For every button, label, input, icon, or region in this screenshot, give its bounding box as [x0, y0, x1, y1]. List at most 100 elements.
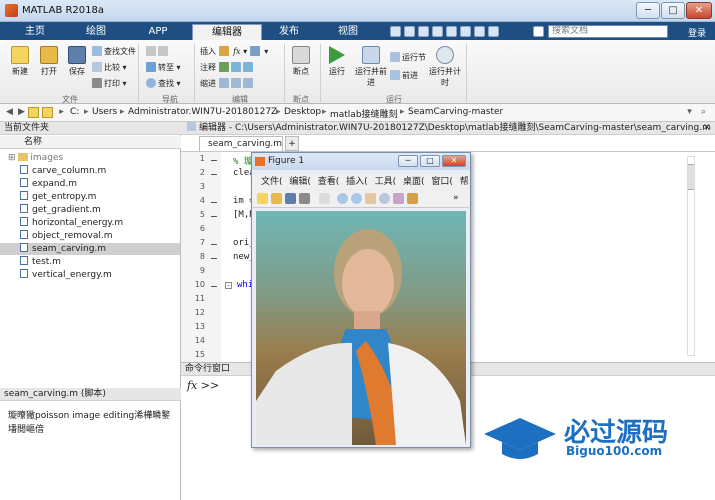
file-row[interactable]: horizontal_energy.m: [0, 217, 180, 229]
undo-quick-icon[interactable]: [446, 26, 457, 37]
help-dropdown-icon[interactable]: [488, 26, 499, 37]
chevron-down-icon[interactable]: ▾: [684, 107, 695, 118]
advance-button[interactable]: 前进: [390, 70, 418, 82]
file-row[interactable]: object_removal.m: [0, 230, 180, 242]
code-line[interactable]: % 璇: [233, 154, 253, 167]
menu-view[interactable]: 查看(: [318, 177, 340, 187]
open-file-icon[interactable]: [271, 193, 282, 204]
folder-row[interactable]: ⊞ images: [0, 152, 180, 164]
back-arrow-icon[interactable]: ◀: [4, 107, 15, 118]
close-button[interactable]: ✕: [686, 2, 712, 19]
figure-maximize-button[interactable]: □: [420, 155, 440, 167]
compare-button[interactable]: 比较 ▾: [92, 62, 127, 74]
file-row[interactable]: get_entropy.m: [0, 191, 180, 203]
save-quick-icon[interactable]: [390, 26, 401, 37]
find-files-button[interactable]: 查找文件: [92, 46, 136, 58]
menu-edit[interactable]: 编辑(: [289, 177, 311, 187]
menu-window[interactable]: 窗口(: [431, 177, 453, 187]
file-row[interactable]: expand.m: [0, 178, 180, 190]
data-cursor-icon[interactable]: [393, 193, 404, 204]
search-icon[interactable]: ⌕: [698, 107, 709, 118]
pointer-icon[interactable]: [319, 193, 330, 204]
breadcrumb-drive[interactable]: C:: [70, 107, 79, 117]
breadcrumb-users[interactable]: Users: [92, 107, 117, 117]
search-input[interactable]: 搜索文档: [548, 25, 668, 38]
up-folder-icon[interactable]: [28, 107, 39, 118]
toolbar-overflow-icon[interactable]: »: [453, 193, 464, 204]
breakpoint-dash[interactable]: [211, 160, 217, 161]
new-tab-button[interactable]: +: [285, 136, 299, 151]
printer-icon: [92, 78, 102, 88]
save-figure-icon[interactable]: [285, 193, 296, 204]
run-advance-button[interactable]: 运行并前进: [354, 46, 388, 88]
comment-button[interactable]: 注释: [200, 62, 255, 74]
command-prompt[interactable]: fx >>: [187, 379, 219, 392]
new-figure-icon[interactable]: [257, 193, 268, 204]
brush-icon[interactable]: [407, 193, 418, 204]
menu-tools[interactable]: 工具(: [375, 177, 397, 187]
stopwatch-icon: [436, 46, 454, 64]
copy-quick-icon[interactable]: [418, 26, 429, 37]
file-row[interactable]: test.m: [0, 256, 180, 268]
save-button[interactable]: 保存: [64, 46, 90, 77]
close-icon[interactable]: ✕: [703, 123, 711, 133]
scrollbar-track[interactable]: [687, 156, 695, 356]
rotate-icon[interactable]: [379, 193, 390, 204]
tab-editor[interactable]: 编辑器: [192, 24, 262, 40]
menu-desktop[interactable]: 桌面(: [403, 177, 425, 187]
zoom-out-icon[interactable]: [351, 193, 362, 204]
pan-hand-icon[interactable]: [365, 193, 376, 204]
goto-button[interactable]: 转至 ▾: [146, 62, 181, 74]
run-section-button[interactable]: 运行节: [390, 52, 426, 64]
help-icon[interactable]: [533, 26, 544, 37]
indent-button[interactable]: 缩进: [200, 78, 255, 90]
fold-toggle-icon[interactable]: -: [225, 282, 232, 290]
redo-quick-icon[interactable]: [460, 26, 471, 37]
maximize-button[interactable]: □: [661, 2, 685, 19]
breakpoint-dash[interactable]: [211, 244, 217, 245]
browse-folder-icon[interactable]: [42, 107, 53, 118]
tab-publish[interactable]: 发布: [266, 24, 312, 40]
breadcrumb-desktop[interactable]: Desktop: [284, 107, 321, 117]
editor-tab[interactable]: seam_carving.m ✕: [199, 136, 283, 163]
open-button[interactable]: 打开: [36, 46, 62, 77]
print-figure-icon[interactable]: [299, 193, 310, 204]
column-header-name[interactable]: 名称: [0, 136, 181, 149]
file-row[interactable]: carve_column.m: [0, 165, 180, 177]
breadcrumb-seamcarving[interactable]: SeamCarving-master: [408, 107, 503, 117]
file-row[interactable]: vertical_energy.m: [0, 269, 180, 281]
figure-close-button[interactable]: ✕: [442, 155, 466, 167]
zoom-in-icon[interactable]: [337, 193, 348, 204]
menu-help[interactable]: 帮助(: [460, 177, 469, 187]
file-row-selected[interactable]: seam_carving.m: [0, 243, 180, 255]
file-row[interactable]: get_gradient.m: [0, 204, 180, 216]
insert-button[interactable]: 插入 fx ▾ ▾: [200, 46, 268, 58]
cut-quick-icon[interactable]: [404, 26, 415, 37]
tab-apps[interactable]: APP: [130, 24, 186, 40]
breadcrumb-project[interactable]: matlab接缝雕刻: [330, 107, 398, 120]
tab-plots[interactable]: 绘图: [66, 24, 126, 40]
figure-minimize-button[interactable]: ─: [398, 155, 418, 167]
login-link[interactable]: 登录: [688, 26, 706, 39]
menu-insert[interactable]: 插入(: [346, 177, 368, 187]
switch-window-icon[interactable]: [474, 26, 485, 37]
print-button[interactable]: 打印 ▾: [92, 78, 127, 90]
forward-arrow-icon[interactable]: ▶: [16, 107, 27, 118]
tab-home[interactable]: 主页: [8, 24, 62, 40]
new-button[interactable]: 新建: [6, 46, 34, 77]
run-button[interactable]: 运行: [324, 46, 350, 77]
back-forward-buttons[interactable]: [146, 46, 170, 58]
breakpoint-dash[interactable]: [211, 258, 217, 259]
breakpoint-dash[interactable]: [211, 202, 217, 203]
breakpoints-button[interactable]: 断点: [288, 46, 314, 77]
tab-view[interactable]: 视图: [318, 24, 378, 40]
breakpoint-dash[interactable]: [211, 286, 217, 287]
breadcrumb-admin[interactable]: Administrator.WIN7U-20180127Z: [128, 107, 277, 117]
find-button[interactable]: 查找 ▾: [146, 78, 181, 90]
breakpoint-dash[interactable]: [211, 174, 217, 175]
minimize-button[interactable]: ─: [636, 2, 660, 19]
menu-file[interactable]: 文件(: [261, 177, 283, 187]
paste-quick-icon[interactable]: [432, 26, 443, 37]
run-and-time-button[interactable]: 运行并计时: [428, 46, 462, 88]
breakpoint-dash[interactable]: [211, 216, 217, 217]
